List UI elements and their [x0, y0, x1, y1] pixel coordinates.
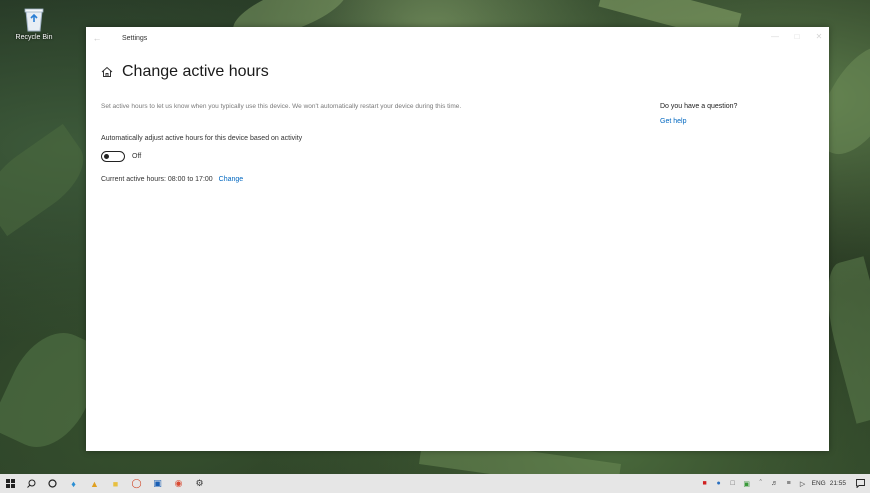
auto-adjust-toggle[interactable] [101, 151, 125, 162]
taskbar-app-settings[interactable]: ⚙ [189, 474, 210, 493]
network-button[interactable]: ≡ [783, 474, 795, 493]
start-button[interactable] [0, 474, 21, 493]
minimize-button[interactable]: — [769, 31, 781, 43]
volume-level-button[interactable]: ▷ [797, 474, 809, 493]
title-bar: ← Settings — □ ✕ [86, 27, 829, 49]
people-icon: ♦ [71, 478, 76, 489]
recycle-bin-icon [23, 6, 45, 32]
clock[interactable]: 21:55 [829, 474, 847, 493]
help-panel: Do you have a question? Get help [660, 103, 737, 125]
notification-icon [855, 479, 865, 488]
get-help-link[interactable]: Get help [660, 118, 737, 125]
taskbar-app-chrome[interactable]: ◉ [168, 474, 189, 493]
current-hours-text: Current active hours: 08:00 to 17:00 [101, 176, 213, 183]
wallpaper-leaf [0, 123, 98, 237]
system-tray: ■ ● □ ▣ ˆ ♬ ≡ ▷ ENG 21:55 [699, 474, 866, 493]
home-icon[interactable] [101, 66, 113, 78]
tray-app-4[interactable]: ▣ [741, 474, 753, 493]
auto-adjust-toggle-row: Off [101, 151, 141, 162]
auto-adjust-label: Automatically adjust active hours for th… [101, 135, 303, 142]
taskbar-app-file-explorer[interactable]: ■ [105, 474, 126, 493]
taskbar-app-chrome-canary[interactable]: ▲ [84, 474, 105, 493]
close-button[interactable]: ✕ [813, 31, 825, 43]
app-icon: □ [730, 480, 735, 487]
taskbar-app-outlook[interactable]: ▣ [147, 474, 168, 493]
question-heading: Do you have a question? [660, 103, 738, 110]
back-button[interactable]: ← [86, 27, 108, 49]
tray-app-3[interactable]: □ [727, 474, 739, 493]
tray-app-2[interactable]: ● [713, 474, 725, 493]
folder-icon: ■ [112, 478, 119, 489]
gear-icon: ⚙ [195, 478, 204, 488]
description-text: Set active hours to let us know when you… [101, 103, 462, 110]
taskbar-app-people[interactable]: ♦ [63, 474, 84, 493]
tray-app-1[interactable]: ■ [699, 474, 711, 493]
app-icon: ▲ [90, 478, 99, 489]
action-center-button[interactable] [849, 474, 866, 493]
settings-window: ← Settings — □ ✕ Change active hours Set… [86, 27, 829, 451]
toggle-state-label: Off [132, 153, 142, 160]
outlook-icon: ▣ [153, 478, 162, 488]
app-icon: ▣ [743, 480, 750, 488]
cortana-button[interactable] [42, 474, 63, 493]
network-icon: ≡ [786, 480, 791, 487]
volume-button[interactable]: ♬ [769, 474, 781, 493]
windows-logo-icon [6, 479, 15, 488]
taskbar: ♦ ▲ ■ ◯ ▣ ◉ ⚙ ■ ● □ ▣ ˆ ♬ ≡ ▷ ENG 21:55 [0, 474, 870, 493]
toggle-knob [104, 153, 109, 159]
taskbar-app-search[interactable]: ◯ [126, 474, 147, 493]
app-icon: ● [716, 480, 721, 487]
show-hidden-icons-button[interactable]: ˆ [755, 474, 767, 493]
current-hours-row: Current active hours: 08:00 to 17:00 Cha… [101, 176, 243, 183]
chevron-up-icon: ˆ [759, 480, 762, 487]
volume-icon: ▷ [799, 480, 806, 488]
arrow-left-icon: ← [92, 33, 102, 43]
language-indicator[interactable]: ENG [811, 474, 827, 493]
maximize-button[interactable]: □ [791, 31, 803, 43]
search-button[interactable] [21, 474, 42, 493]
search-icon [27, 479, 36, 488]
recycle-bin-label: Recycle Bin [15, 34, 53, 41]
desktop: Recycle Bin ← Settings — □ ✕ Change acti… [0, 0, 870, 493]
speaker-icon: ♬ [771, 480, 779, 487]
cortana-circle-icon [48, 479, 57, 488]
page-title: Change active hours [122, 63, 269, 80]
recycle-bin-shortcut[interactable]: Recycle Bin [8, 6, 60, 41]
window-title: Settings [122, 34, 148, 42]
change-hours-link[interactable]: Change [219, 176, 244, 183]
app-icon: ◯ [131, 478, 142, 488]
page-heading: Change active hours [101, 63, 269, 81]
chrome-icon: ◉ [174, 478, 183, 488]
window-controls: — □ ✕ [769, 31, 825, 43]
app-icon: ■ [702, 480, 707, 487]
